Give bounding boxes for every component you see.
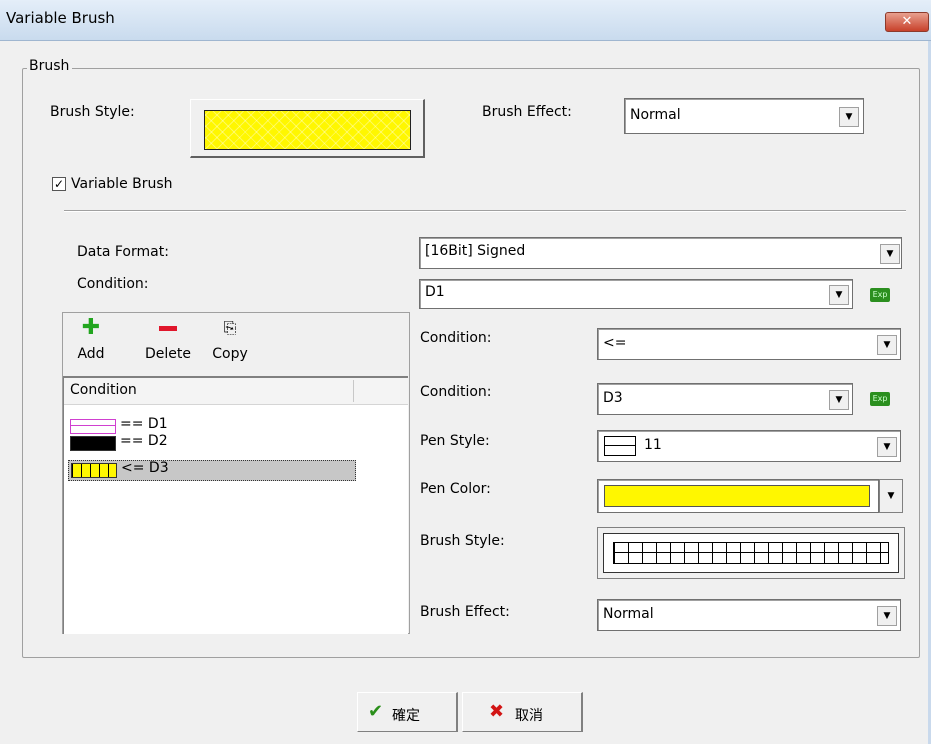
list-toolbar: ✚ Add Delete ⎘ Copy xyxy=(63,313,407,375)
data-format-label: Data Format: xyxy=(77,244,169,260)
ok-label: 確定 xyxy=(392,708,420,724)
check-icon: ✔ xyxy=(368,701,384,722)
row-swatch xyxy=(71,463,117,478)
copy-label: Copy xyxy=(212,346,248,362)
minus-icon xyxy=(137,317,199,339)
brush-style-button-2[interactable] xyxy=(597,527,905,579)
list-item[interactable]: == D2 xyxy=(68,433,354,451)
chevron-down-icon[interactable]: ▼ xyxy=(877,335,897,355)
chevron-down-icon[interactable]: ▼ xyxy=(839,107,859,127)
chevron-down-icon[interactable]: ▼ xyxy=(877,437,897,457)
cancel-button[interactable]: ✖ 取消 xyxy=(462,692,583,732)
chevron-down-icon[interactable]: ▼ xyxy=(877,606,897,626)
pen-style-label: Pen Style: xyxy=(420,433,490,449)
pen-style-dropdown[interactable]: 11 ▼ xyxy=(597,430,901,462)
plus-icon: ✚ xyxy=(81,315,101,340)
list-item-text: == D2 xyxy=(120,433,168,449)
check-icon: ✓ xyxy=(53,177,65,191)
brush-style-swatch xyxy=(204,110,411,150)
brush-style-label-2: Brush Style: xyxy=(420,533,505,549)
list-header[interactable]: Condition xyxy=(64,378,408,405)
condition-operator-dropdown[interactable]: <= ▼ xyxy=(597,328,901,360)
variable-brush-dialog: Variable Brush ✕ Brush Brush Style: Brus… xyxy=(0,0,931,744)
condition-source-value: D1 xyxy=(425,284,445,300)
condition-operand-dropdown[interactable]: D3 ▼ xyxy=(597,383,853,415)
variable-brush-label: Variable Brush xyxy=(71,176,173,192)
brush-effect-value: Normal xyxy=(630,107,681,123)
brush-style-swatch-2 xyxy=(603,533,899,573)
condition-operand-value: D3 xyxy=(603,390,623,406)
close-button[interactable]: ✕ xyxy=(885,12,929,32)
condition-operator-label: Condition: xyxy=(420,330,492,346)
brush-pattern xyxy=(613,542,889,564)
variable-brush-checkbox[interactable]: ✓ xyxy=(52,177,66,191)
row-swatch xyxy=(70,436,116,451)
condition-operator-value: <= xyxy=(603,335,627,351)
condition-column-header: Condition xyxy=(70,382,137,398)
chevron-down-icon[interactable]: ▼ xyxy=(829,390,849,410)
brush-effect-label-2: Brush Effect: xyxy=(420,604,510,620)
cancel-label: 取消 xyxy=(515,708,543,724)
list-item-text: == D1 xyxy=(120,416,168,432)
delete-button[interactable]: Delete xyxy=(137,313,199,373)
column-separator[interactable] xyxy=(353,380,354,402)
close-icon: ✕ xyxy=(901,14,913,29)
brush-effect-dropdown-2[interactable]: Normal ▼ xyxy=(597,599,901,631)
add-label: Add xyxy=(77,346,105,362)
pen-color-label: Pen Color: xyxy=(420,481,491,497)
section-divider xyxy=(64,210,906,212)
chevron-down-icon[interactable]: ▼ xyxy=(829,285,849,305)
row-swatch xyxy=(70,419,116,434)
brush-effect-dropdown[interactable]: Normal ▼ xyxy=(624,98,864,134)
condition-source-label: Condition: xyxy=(77,276,149,292)
brush-style-label: Brush Style: xyxy=(50,104,135,120)
condition-listview[interactable]: Condition == D1 == D2 <= D3 xyxy=(63,376,408,634)
condition-operand-label: Condition: xyxy=(420,384,492,400)
title-bar[interactable]: Variable Brush ✕ xyxy=(0,0,931,41)
brush-group-label: Brush xyxy=(27,58,73,74)
condition-source-dropdown[interactable]: D1 ▼ xyxy=(419,279,853,309)
copy-button[interactable]: ⎘ Copy xyxy=(207,313,253,373)
expression-icon[interactable]: Exp xyxy=(870,288,890,302)
pen-style-icon xyxy=(604,436,636,456)
chevron-down-icon[interactable]: ▼ xyxy=(880,244,900,264)
list-item-text: <= D3 xyxy=(121,460,169,476)
brush-effect-value-2: Normal xyxy=(603,606,654,622)
add-button[interactable]: ✚ Add xyxy=(69,313,113,373)
copy-icon: ⎘ xyxy=(223,318,237,337)
expression-icon[interactable]: Exp xyxy=(870,392,890,406)
data-format-dropdown[interactable]: [16Bit] Signed ▼ xyxy=(419,237,902,269)
list-item-selected[interactable]: <= D3 xyxy=(68,460,356,481)
list-item[interactable]: == D1 xyxy=(68,416,354,434)
brush-style-button[interactable] xyxy=(190,99,425,158)
pen-style-value: 11 xyxy=(644,437,662,453)
ok-button[interactable]: ✔ 確定 xyxy=(357,692,458,732)
delete-label: Delete xyxy=(145,346,191,362)
data-format-value: [16Bit] Signed xyxy=(425,243,526,259)
window-title: Variable Brush xyxy=(6,9,115,27)
pen-color-picker[interactable] xyxy=(597,479,879,513)
pen-color-swatch xyxy=(604,485,870,507)
brush-effect-label: Brush Effect: xyxy=(482,104,572,120)
x-icon: ✖ xyxy=(489,701,505,722)
chevron-down-icon[interactable]: ▼ xyxy=(879,479,903,513)
